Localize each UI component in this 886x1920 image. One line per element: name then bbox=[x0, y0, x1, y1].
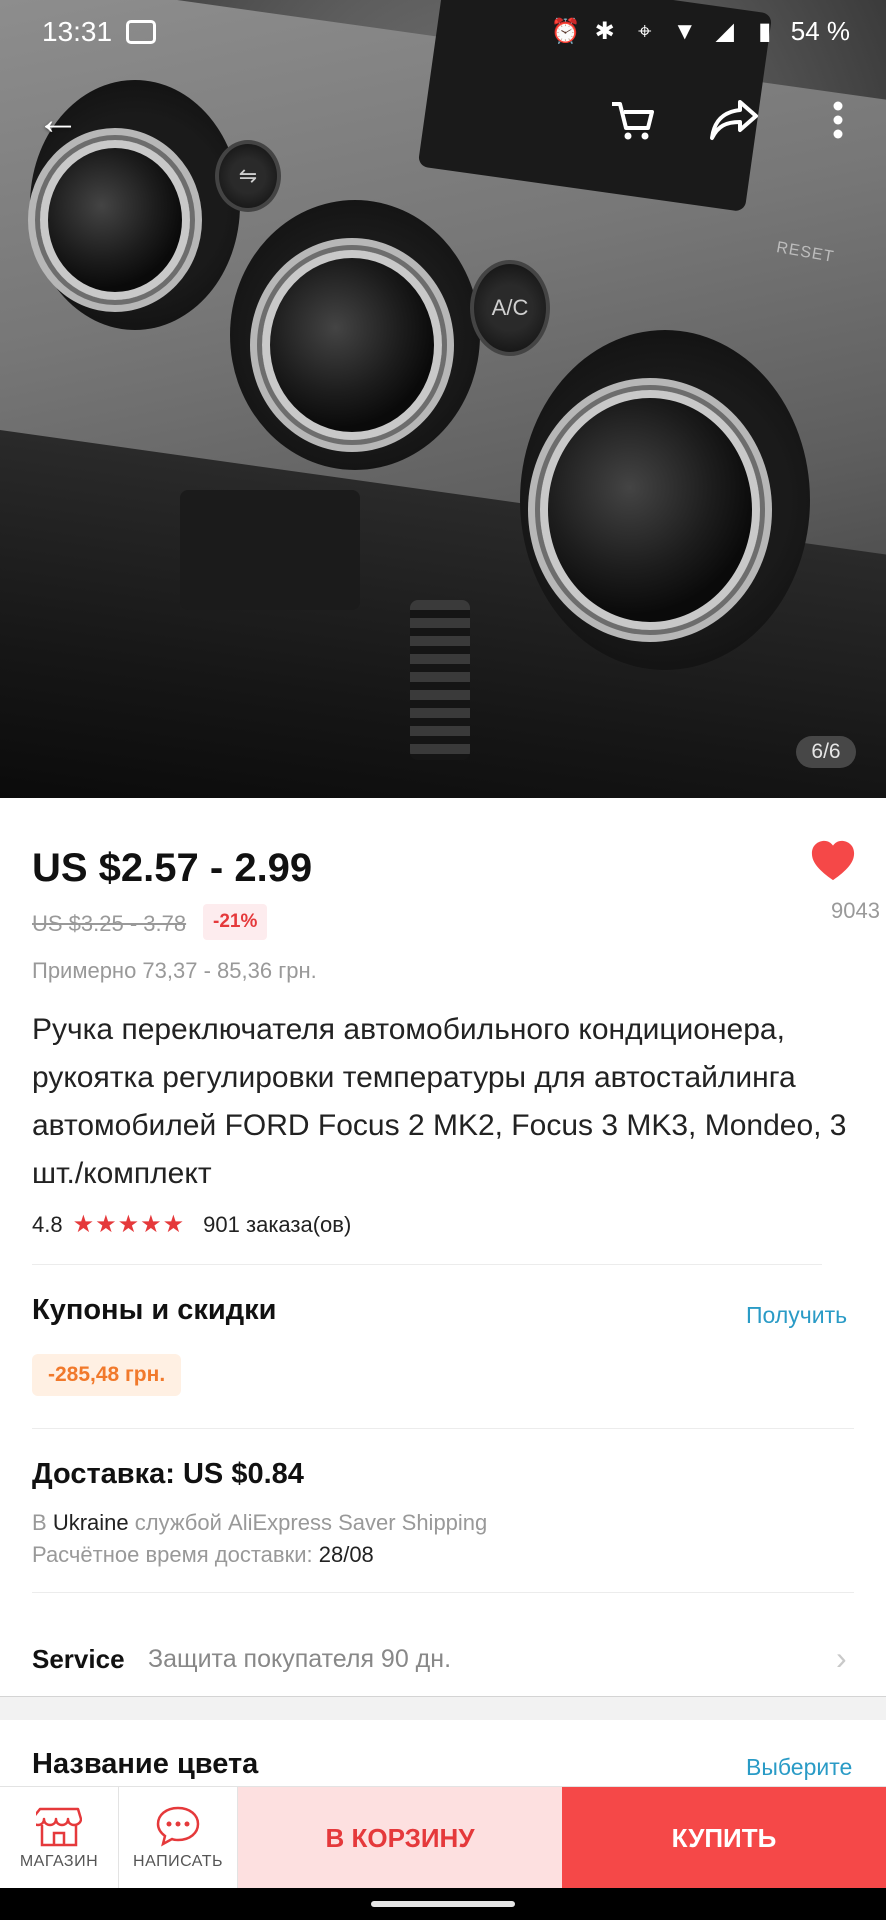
divider bbox=[32, 1264, 822, 1265]
coupon-badge[interactable]: -285,48 грн. bbox=[32, 1354, 182, 1396]
home-gesture-pill[interactable] bbox=[371, 1901, 515, 1907]
product-page: ⇋ A/C RESET 13:31 ⏰ ✱ ⌖ ▼ ◢ ▮ 54 % ← 6/6… bbox=[0, 0, 886, 1920]
approx-local-price: Примерно 73,37 - 85,36 грн. bbox=[32, 958, 317, 983]
ac-button-graphic: A/C bbox=[470, 260, 550, 356]
middle-knob-graphic bbox=[262, 250, 442, 440]
store-icon bbox=[36, 1807, 82, 1847]
message-icon bbox=[126, 20, 156, 44]
store-label: МАГАЗИН bbox=[19, 1853, 99, 1870]
select-color-link[interactable]: Выберите bbox=[746, 1754, 852, 1781]
orders-count: 901 заказа(ов) bbox=[203, 1211, 352, 1237]
chevron-right-icon[interactable]: › bbox=[836, 1640, 847, 1677]
chat-bubble-icon bbox=[156, 1806, 200, 1847]
rating-value: 4.8 bbox=[32, 1211, 63, 1237]
shipping-method[interactable]: В Ukraine службой AliExpress Saver Shipp… bbox=[32, 1510, 487, 1536]
price: US $2.57 - 2.99 bbox=[32, 846, 313, 890]
system-nav-bar bbox=[0, 1888, 886, 1920]
coupons-title: Купоны и скидки bbox=[32, 1294, 277, 1326]
shipping-service: службой AliExpress Saver Shipping bbox=[134, 1510, 488, 1535]
cart-icon[interactable] bbox=[608, 96, 656, 144]
back-arrow-icon[interactable]: ← bbox=[36, 98, 80, 142]
divider bbox=[32, 1592, 854, 1593]
add-to-cart-button[interactable]: В КОРЗИНУ bbox=[238, 1787, 562, 1889]
shipping-title: Доставка: US $0.84 bbox=[32, 1458, 304, 1490]
status-icons: ⏰ ✱ ⌖ ▼ ◢ ▮ 54 % bbox=[551, 16, 850, 47]
divider bbox=[32, 1428, 854, 1429]
image-counter: 6/6 bbox=[796, 736, 856, 768]
get-coupon-link[interactable]: Получить bbox=[746, 1302, 847, 1329]
buy-now-button[interactable]: КУПИТЬ bbox=[562, 1787, 886, 1889]
right-knob-graphic bbox=[540, 390, 760, 630]
shipping-prefix: В bbox=[32, 1510, 47, 1535]
wifi-icon: ▼ bbox=[672, 17, 697, 45]
bluetooth-icon: ✱ bbox=[594, 17, 615, 45]
service-text[interactable]: Защита покупателя 90 дн. bbox=[148, 1645, 451, 1674]
delivery-date: 28/08 bbox=[318, 1542, 374, 1567]
ac-label: A/C bbox=[491, 295, 529, 320]
bottom-action-bar: МАГАЗИН НАПИСАТЬ В КОРЗИНУ КУПИТЬ bbox=[0, 1786, 886, 1889]
message-label: НАПИСАТЬ bbox=[133, 1853, 223, 1870]
rating-row[interactable]: 4.8 ★★★★★ 901 заказа(ов) bbox=[32, 1210, 351, 1239]
air-vent-graphic bbox=[410, 600, 470, 760]
status-time: 13:31 bbox=[42, 16, 113, 47]
service-label: Service bbox=[32, 1644, 125, 1674]
product-title: Ручка переключателя автомобильного конди… bbox=[32, 1013, 847, 1190]
delivery-label: Расчётное время доставки: bbox=[32, 1542, 313, 1567]
shipping-country: Ukraine bbox=[52, 1510, 129, 1535]
discount-badge: -21% bbox=[203, 904, 268, 940]
location-icon: ⌖ bbox=[637, 17, 652, 45]
battery-percent: 54 % bbox=[790, 16, 850, 46]
signal-icon: ◢ bbox=[715, 17, 734, 45]
alarm-icon: ⏰ bbox=[550, 17, 581, 45]
old-price: US $3.25 - 3.78 bbox=[32, 911, 187, 936]
battery-icon: ▮ bbox=[758, 17, 772, 45]
wishlist-count: 9043 bbox=[831, 898, 880, 923]
rating-stars-icon: ★★★★★ bbox=[72, 1211, 186, 1238]
dashboard-slot-graphic bbox=[180, 490, 360, 610]
section-separator bbox=[0, 1696, 886, 1720]
message-button[interactable]: НАПИСАТЬ bbox=[119, 1787, 238, 1889]
more-vertical-icon[interactable] bbox=[826, 100, 850, 140]
wishlist-heart-icon[interactable] bbox=[810, 838, 856, 884]
status-bar: 13:31 ⏰ ✱ ⌖ ▼ ◢ ▮ 54 % bbox=[0, 0, 886, 66]
color-title: Название цвета bbox=[32, 1748, 259, 1780]
store-button[interactable]: МАГАЗИН bbox=[0, 1787, 119, 1889]
delivery-estimate: Расчётное время доставки: 28/08 bbox=[32, 1542, 374, 1568]
left-knob-graphic bbox=[40, 140, 190, 300]
share-icon[interactable] bbox=[710, 98, 760, 142]
recirculation-button-graphic: ⇋ bbox=[215, 140, 281, 212]
